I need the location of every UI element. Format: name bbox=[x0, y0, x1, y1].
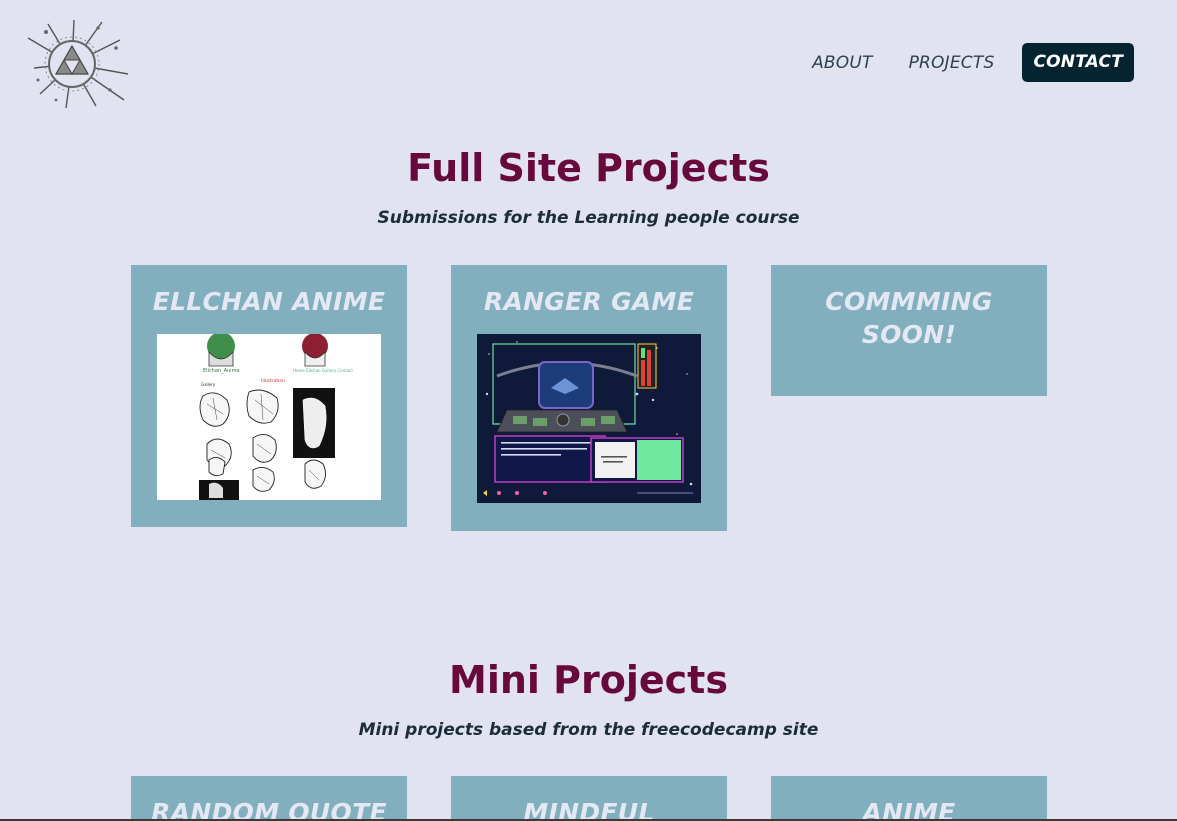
svg-text:Ellchan_Anime: Ellchan_Anime bbox=[203, 368, 240, 374]
project-card-ranger-game[interactable]: RANGER GAME bbox=[451, 265, 727, 531]
nav-contact-button[interactable]: CONTACT bbox=[1022, 43, 1134, 82]
page: ABOUT PROJECTS CONTACT Full Site Project… bbox=[0, 0, 1177, 821]
ellchan-anime-screenshot: Ellchan_Anime Home Ellchan Gallery Conta… bbox=[157, 334, 381, 500]
svg-text:Home Ellchan Gallery Contac: Home Ellchan Gallery Contact bbox=[293, 368, 353, 373]
logo[interactable] bbox=[26, 18, 130, 110]
mini-project-card-anime[interactable]: ANIME bbox=[771, 776, 1047, 821]
nav-projects-link[interactable]: PROJECTS bbox=[909, 53, 995, 73]
project-card-title: COMMMING SOON! bbox=[825, 287, 993, 349]
project-card-title: ANIME bbox=[862, 798, 956, 821]
mini-projects-heading: Mini Projects bbox=[449, 658, 728, 702]
svg-text:Gallery: Gallery bbox=[201, 382, 216, 387]
mini-project-card-mindful[interactable]: MINDFUL bbox=[451, 776, 727, 821]
mini-project-card-random-quote[interactable]: RANDOM QUOTE bbox=[131, 776, 407, 821]
mini-projects-subtitle: Mini projects based from the freecodecam… bbox=[358, 720, 819, 740]
project-card-title: MINDFUL bbox=[523, 798, 655, 821]
project-card-title: RANDOM QUOTE bbox=[151, 798, 387, 821]
triforce-logo-icon bbox=[27, 19, 129, 109]
project-card-title: RANGER GAME bbox=[483, 287, 695, 316]
svg-text:Illustration: Illustration bbox=[261, 378, 285, 384]
nav-about-link[interactable]: ABOUT bbox=[812, 53, 873, 73]
full-site-projects-heading: Full Site Projects bbox=[407, 146, 770, 190]
ranger-game-screenshot bbox=[477, 334, 701, 503]
project-card-ellchan-anime[interactable]: ELLCHAN ANIME Ellchan_Anime Home Ellchan… bbox=[131, 265, 407, 527]
full-site-projects-subtitle: Submissions for the Learning people cour… bbox=[377, 208, 800, 228]
project-card-coming-soon[interactable]: COMMMING SOON! bbox=[771, 265, 1047, 396]
project-card-title: ELLCHAN ANIME bbox=[152, 287, 386, 316]
main-nav: ABOUT PROJECTS CONTACT bbox=[776, 43, 1134, 82]
